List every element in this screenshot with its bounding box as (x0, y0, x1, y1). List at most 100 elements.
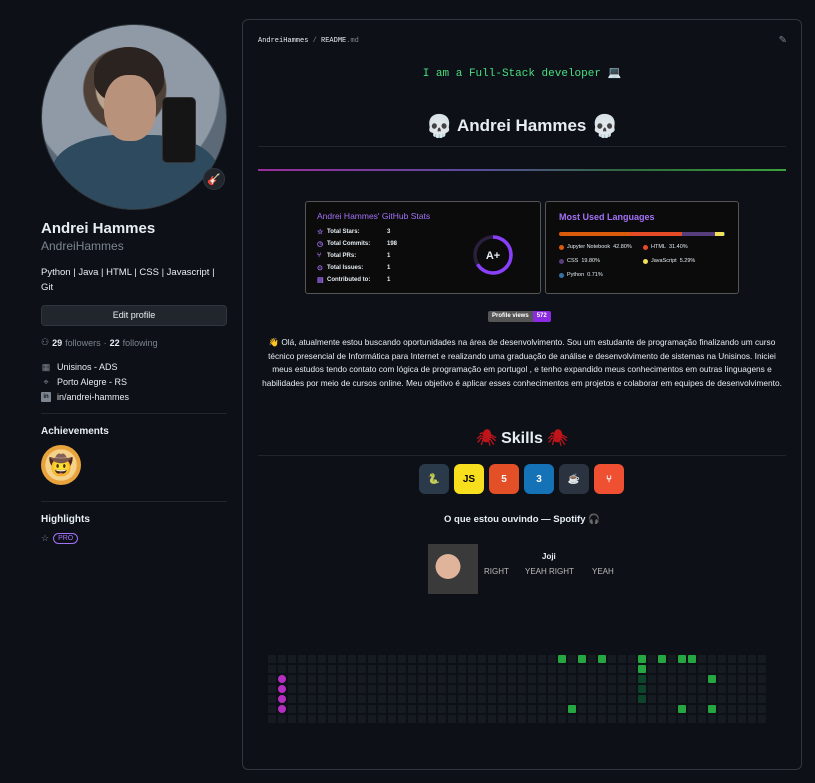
language-pct: 0.71% (587, 272, 603, 278)
highlights-title: Highlights (41, 514, 90, 525)
status-icon[interactable]: 🎸 (203, 168, 225, 190)
followers-count[interactable]: 29 (52, 338, 62, 348)
contribution-cell (538, 665, 546, 673)
track-item[interactable]: RIGHT (484, 567, 509, 576)
language-item: CSS 19.80% (559, 258, 600, 264)
contribution-cell (418, 675, 426, 683)
contribution-cell (578, 705, 586, 713)
javascript-icon[interactable]: JS (454, 464, 484, 494)
artist-name[interactable]: Joji (542, 552, 556, 561)
linkedin-link[interactable]: in/andrei-hammes (57, 392, 129, 402)
contribution-cell (528, 705, 536, 713)
java-icon[interactable]: ☕ (559, 464, 589, 494)
contribution-cell (748, 655, 756, 663)
contribution-cell (508, 695, 516, 703)
contribution-cell (498, 685, 506, 693)
language-pct: 42.80% (613, 244, 632, 250)
contribution-cell (348, 715, 356, 723)
readme-panel: AndreiHammes / README.md ✎ I am a Full-S… (242, 19, 802, 770)
edit-pencil-icon[interactable]: ✎ (779, 35, 787, 46)
contribution-cell (518, 655, 526, 663)
track-item[interactable]: YEAH RIGHT (525, 567, 574, 576)
contribution-cell (388, 715, 396, 723)
readme-owner-link[interactable]: AndreiHammes (258, 37, 308, 45)
contribution-cell (528, 715, 536, 723)
contribution-cell (328, 685, 336, 693)
contribution-cell (558, 665, 566, 673)
contribution-cell (678, 685, 686, 693)
contribution-cell (338, 685, 346, 693)
languages-card[interactable]: Most Used Languages Jupyter Notebook 42.… (545, 201, 739, 294)
spider-icon: 🕷 (547, 430, 568, 447)
python-icon[interactable]: 🐍 (419, 464, 449, 494)
contribution-cell (698, 705, 706, 713)
contribution-cell (418, 665, 426, 673)
contribution-cell (548, 705, 556, 713)
contribution-cell (648, 685, 656, 693)
contribution-cell (698, 665, 706, 673)
contribution-cell (348, 685, 356, 693)
contribution-cell (468, 655, 476, 663)
language-dot (643, 258, 648, 264)
linkedin-row[interactable]: in in/andrei-hammes (41, 392, 227, 402)
contribution-cell (598, 675, 606, 683)
contribution-cell (368, 665, 376, 673)
contribution-cell (528, 665, 536, 673)
git-icon[interactable]: ⑂ (594, 464, 624, 494)
contribution-cell (738, 715, 746, 723)
achievements-title[interactable]: Achievements (41, 426, 227, 437)
contribution-cell (368, 655, 376, 663)
contribution-cell (558, 655, 566, 663)
people-icon: ⚇ (41, 337, 50, 347)
contribution-cell (728, 675, 736, 683)
contribution-cell (538, 695, 546, 703)
contribution-cell (418, 695, 426, 703)
following-label[interactable]: following (123, 338, 158, 348)
views-count: 572 (532, 311, 551, 322)
contribution-cell (448, 675, 456, 683)
contribution-cell (328, 655, 336, 663)
contribution-cell (298, 675, 306, 683)
followers-label[interactable]: followers (65, 338, 101, 348)
contribution-cell (708, 655, 716, 663)
contribution-cell (448, 685, 456, 693)
contribution-cell (618, 695, 626, 703)
contribution-cell (568, 665, 576, 673)
track-item[interactable]: YEAH (592, 567, 614, 576)
contribution-cell (578, 655, 586, 663)
contribution-cell (548, 685, 556, 693)
achievement-badge[interactable]: 🤠 (41, 445, 81, 485)
css3-icon[interactable]: 3 (524, 464, 554, 494)
contribution-cell (468, 705, 476, 713)
language-dot (559, 244, 564, 250)
html5-icon[interactable]: 5 (489, 464, 519, 494)
album-cover[interactable] (428, 544, 478, 594)
skull-icon: 💀 (425, 113, 453, 139)
contribution-cell (458, 675, 466, 683)
edit-profile-button[interactable]: Edit profile (41, 305, 227, 326)
contribution-cell (588, 695, 596, 703)
language-name: JavaScript (651, 258, 677, 264)
contribution-cell (338, 715, 346, 723)
contribution-cell (298, 685, 306, 693)
contribution-cell (358, 705, 366, 713)
contribution-cell (398, 705, 406, 713)
contribution-cell (288, 685, 296, 693)
contribution-cell (508, 715, 516, 723)
contribution-cell (298, 705, 306, 713)
contribution-cell (468, 675, 476, 683)
contribution-cell (538, 655, 546, 663)
github-stats-card[interactable]: Andrei Hammes' GitHub Stats ☆ Total Star… (305, 201, 541, 294)
contribution-cell (338, 665, 346, 673)
pro-highlight: ☆ PRO (41, 533, 227, 544)
building-icon: ▦ (41, 361, 51, 372)
contribution-cell (498, 655, 506, 663)
avatar[interactable] (41, 24, 227, 210)
contribution-cell (388, 685, 396, 693)
contribution-cell (378, 655, 386, 663)
following-count[interactable]: 22 (110, 338, 120, 348)
contribution-cell (718, 675, 726, 683)
contribution-cell (478, 665, 486, 673)
contribution-cell (398, 655, 406, 663)
contribution-cell (728, 685, 736, 693)
